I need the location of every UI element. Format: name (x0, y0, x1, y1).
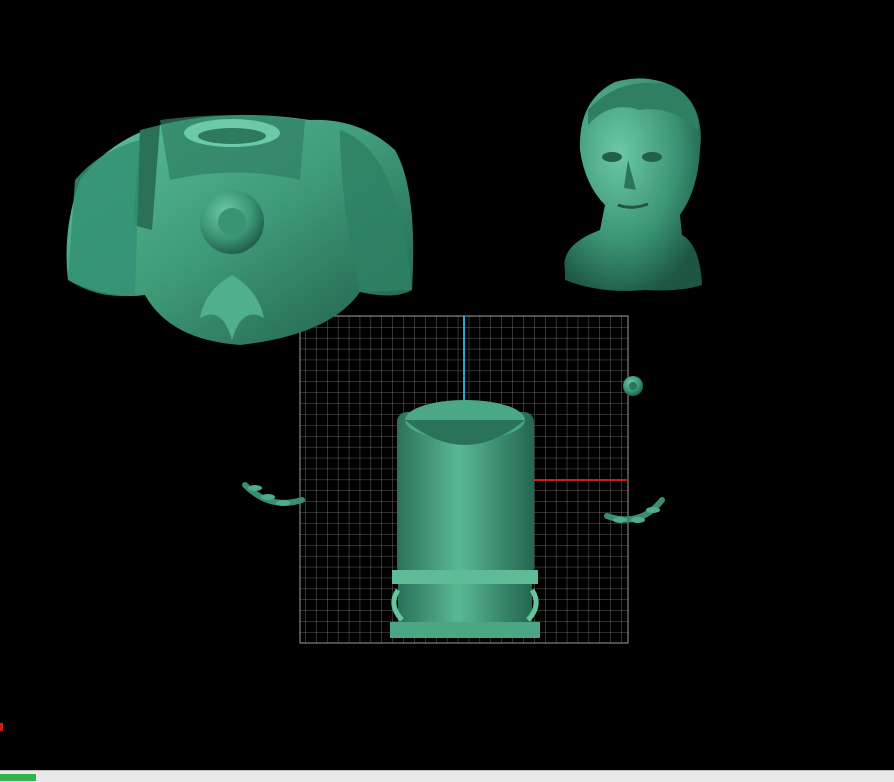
origin-marker (0, 723, 3, 731)
scene-canvas[interactable] (0, 0, 894, 770)
pedestal-column-model[interactable] (390, 400, 540, 638)
cuirass-model[interactable] (66, 115, 414, 345)
status-bar (0, 770, 894, 782)
laurel-left-model[interactable] (242, 482, 305, 506)
rosette-model[interactable] (623, 376, 643, 396)
3d-viewport[interactable] (0, 0, 894, 770)
progress-bar-fill (0, 774, 36, 781)
head-bust-model[interactable] (564, 78, 702, 291)
